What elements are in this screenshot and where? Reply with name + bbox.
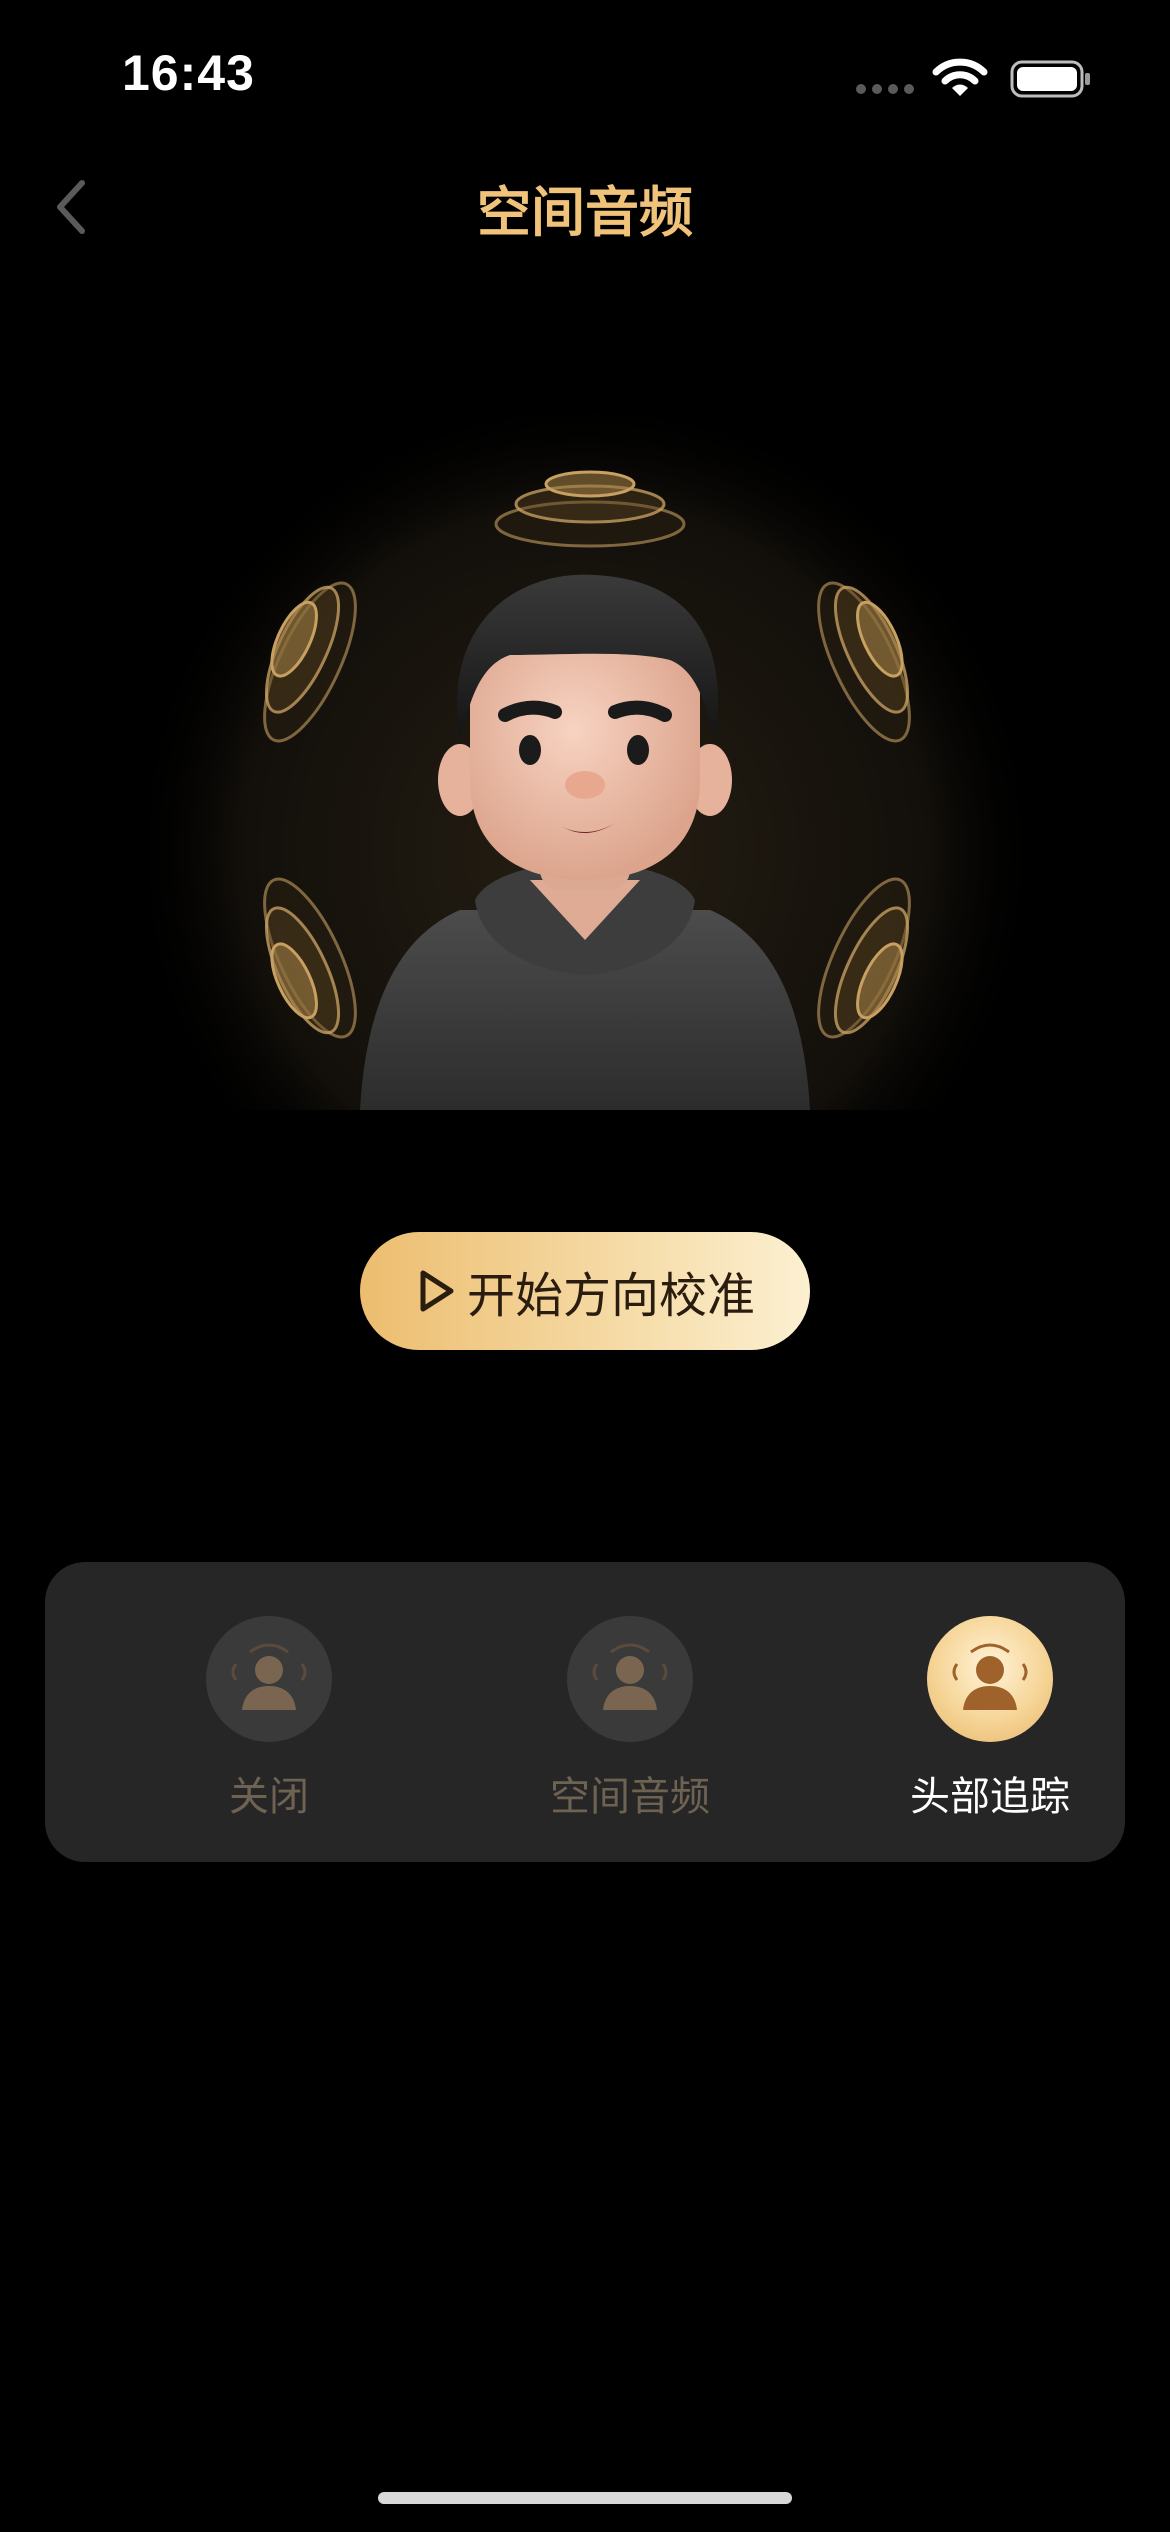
wifi-icon	[932, 56, 988, 100]
start-calibration-label: 开始方向校准	[466, 1268, 755, 1324]
cellular-signal-icon	[856, 84, 916, 94]
audio-mode-panel: 关闭 空间音频 头部追踪	[45, 1562, 1125, 1862]
mode-off-label: 关闭	[229, 1774, 309, 1820]
mode-head-tracking-icon	[927, 1616, 1053, 1742]
mode-head-tracking-label: 头部追踪	[910, 1774, 1070, 1820]
mode-spatial-audio-option[interactable]: 空间音频	[500, 1616, 760, 1820]
play-icon	[420, 1270, 454, 1312]
battery-icon	[1010, 60, 1092, 98]
mode-off-option[interactable]: 关闭	[139, 1616, 399, 1820]
start-calibration-button[interactable]: 开始方向校准	[360, 1232, 810, 1350]
mode-head-tracking-option[interactable]: 头部追踪	[860, 1616, 1120, 1820]
mode-spatial-audio-icon	[567, 1616, 693, 1742]
home-indicator[interactable]	[378, 2492, 792, 2504]
status-time: 16:43	[122, 45, 255, 101]
mode-spatial-audio-label: 空间音频	[550, 1774, 710, 1820]
spatial-audio-illustration	[130, 380, 1040, 1110]
mode-off-icon	[206, 1616, 332, 1742]
status-bar: 16:43	[0, 0, 1170, 150]
page-title: 空间音频	[477, 181, 693, 244]
